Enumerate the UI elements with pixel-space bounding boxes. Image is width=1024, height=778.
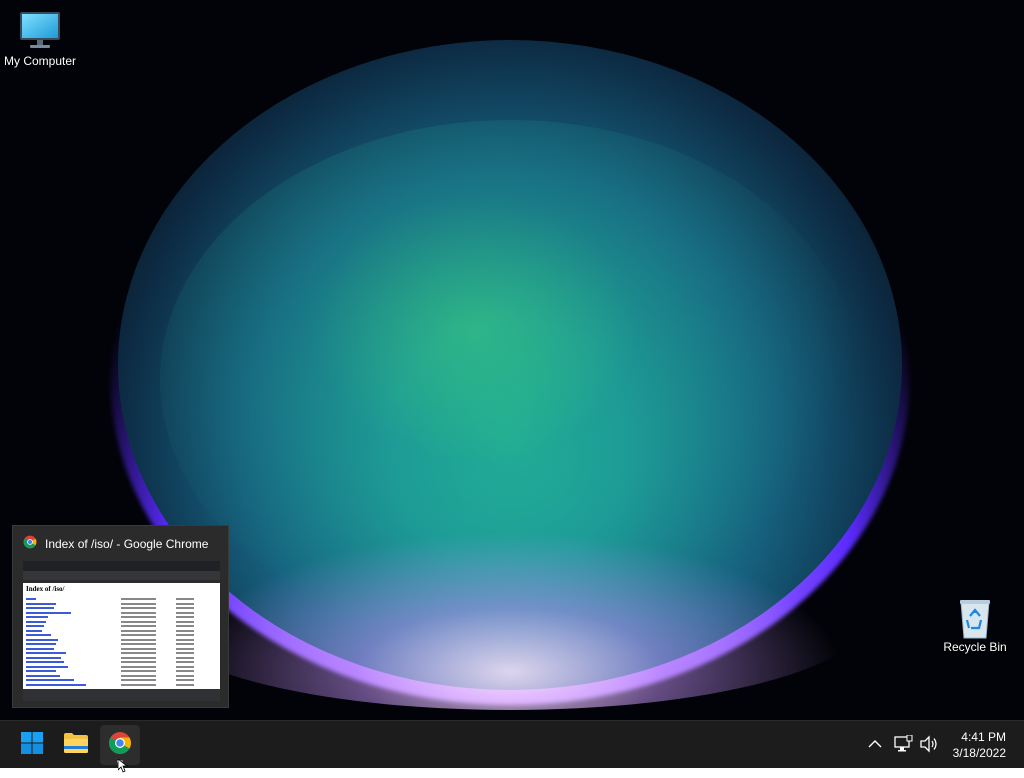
thumb-listing-row (26, 651, 217, 655)
network-icon[interactable] (892, 733, 914, 755)
chrome-icon (23, 535, 37, 552)
thumb-listing-row (26, 624, 217, 628)
thumb-listing-row (26, 638, 217, 642)
desktop-icon-label: Recycle Bin (943, 640, 1007, 654)
thumb-listing-row (26, 647, 217, 651)
thumb-listing-row (26, 602, 217, 606)
thumb-tab-strip (23, 561, 220, 571)
preview-title-bar: Index of /iso/ - Google Chrome (23, 535, 208, 552)
taskbar: 4:41 PM 3/18/2022 (0, 720, 1024, 773)
chevron-up-icon[interactable] (864, 733, 886, 755)
chrome-icon (108, 731, 132, 760)
desktop-background: My Computer Recycle Bin Index of /iso/ -… (0, 0, 1024, 720)
preview-thumbnail: Index of /iso/ (23, 561, 220, 701)
windows-start-icon (20, 731, 44, 760)
thumb-listing (23, 595, 220, 689)
taskbar-thumbnail-preview[interactable]: Index of /iso/ - Google Chrome Index of … (12, 525, 229, 708)
thumb-listing-row (26, 678, 217, 682)
file-explorer-button[interactable] (56, 725, 96, 765)
monitor-icon (18, 10, 62, 50)
folder-icon (63, 732, 89, 759)
thumb-listing-row (26, 611, 217, 615)
recycle-bin-icon (953, 596, 997, 639)
thumb-download-bar (23, 689, 220, 701)
thumb-listing-row (26, 674, 217, 678)
mouse-cursor-icon (117, 758, 129, 778)
thumb-page-heading: Index of /iso/ (26, 585, 65, 593)
thumb-listing-row (26, 606, 217, 610)
thumb-listing-row (26, 629, 217, 633)
desktop-icon-label: My Computer (3, 54, 77, 68)
thumb-listing-row (26, 633, 217, 637)
thumb-listing-row (26, 683, 217, 687)
wallpaper-bloom-glow (150, 520, 870, 710)
clock-date: 3/18/2022 (952, 746, 1006, 760)
thumb-listing-row (26, 620, 217, 624)
thumb-listing-row (26, 660, 217, 664)
thumb-listing-row (26, 615, 217, 619)
thumb-listing-row (26, 642, 217, 646)
desktop-icon-recycle-bin[interactable]: Recycle Bin (935, 596, 1015, 654)
thumb-listing-row (26, 669, 217, 673)
preview-title: Index of /iso/ - Google Chrome (45, 536, 209, 551)
clock-time: 4:41 PM (961, 730, 1006, 744)
system-clock[interactable]: 4:41 PM 3/18/2022 (953, 729, 1006, 761)
thumb-listing-row (26, 656, 217, 660)
desktop-icon-my-computer[interactable]: My Computer (0, 10, 80, 68)
volume-icon[interactable] (918, 733, 940, 755)
thumb-listing-row (26, 597, 217, 601)
start-button[interactable] (12, 725, 52, 765)
thumb-address-bar (23, 571, 220, 580)
thumb-listing-row (26, 665, 217, 669)
